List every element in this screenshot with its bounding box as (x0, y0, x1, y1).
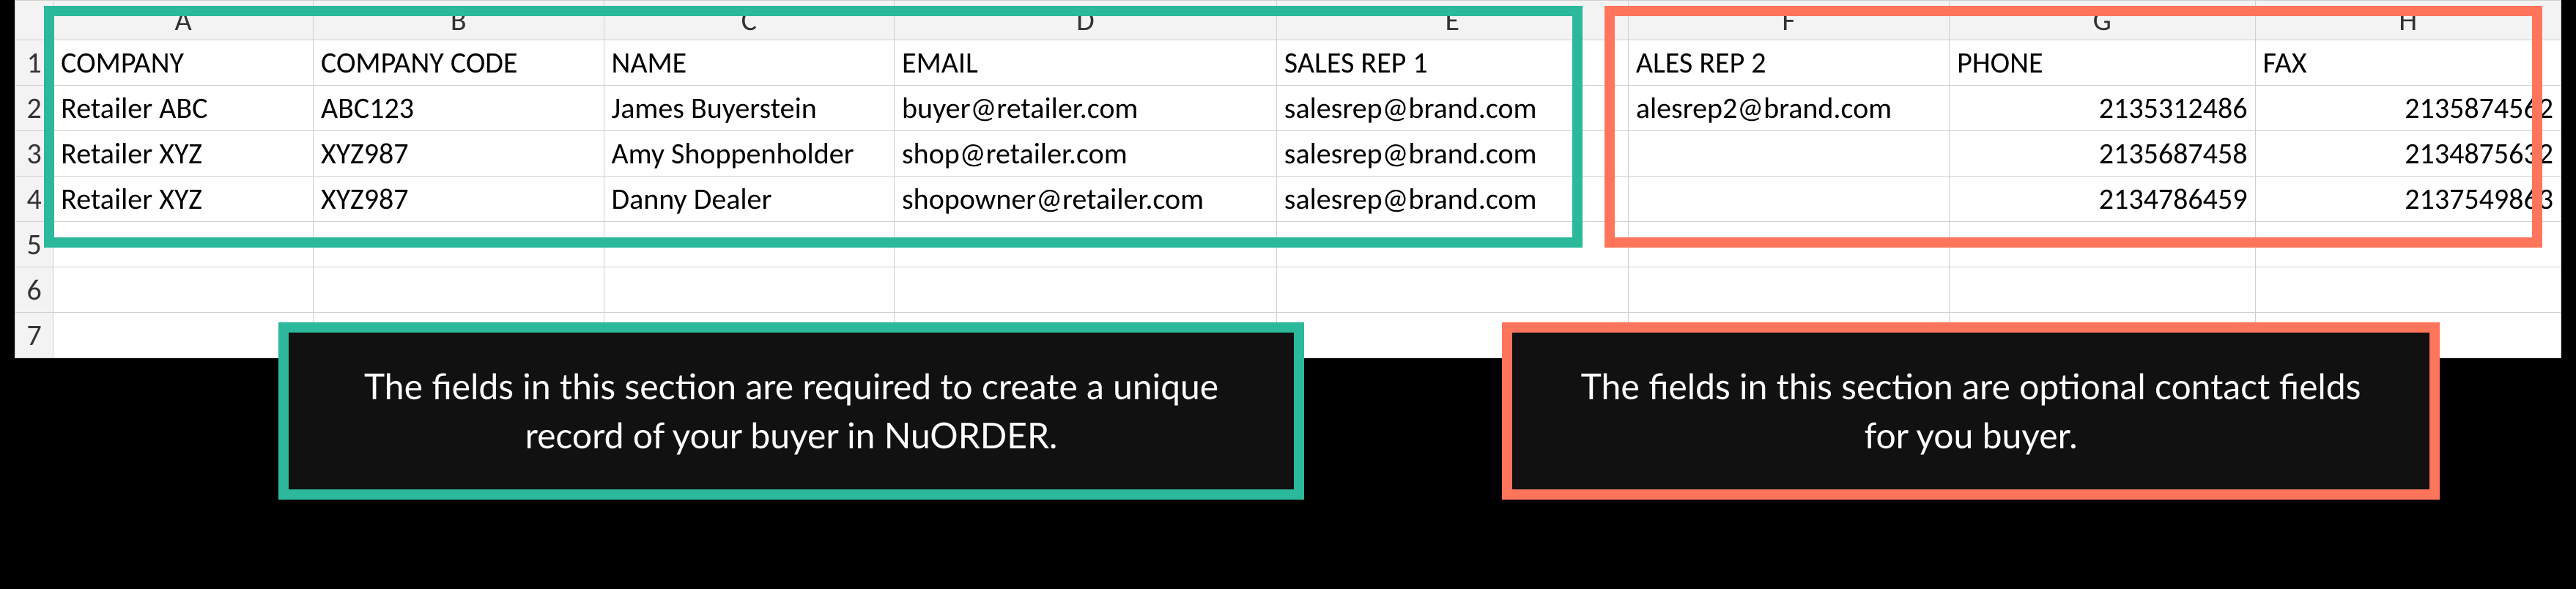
cell[interactable]: Retailer ABC (53, 86, 314, 131)
col-header-D[interactable]: D (895, 1, 1277, 40)
cell[interactable] (895, 222, 1277, 267)
cell[interactable]: shopowner@retailer.com (895, 177, 1277, 222)
col-header-E[interactable]: E (1276, 1, 1628, 40)
cell[interactable] (1628, 222, 1949, 267)
cell[interactable]: salesrep@brand.com (1276, 177, 1628, 222)
cell[interactable]: 2135312486 (1950, 86, 2255, 131)
cell[interactable] (2255, 222, 2561, 267)
col-header-C[interactable]: C (604, 1, 895, 40)
table-row: 6 (15, 267, 2561, 313)
cell[interactable] (1276, 222, 1628, 267)
table-row: 3 Retailer XYZ XYZ987 Amy Shoppenholder … (15, 131, 2561, 177)
callout-text: The fields in this section are required … (364, 366, 1218, 456)
cell[interactable]: NAME (604, 40, 895, 86)
cell[interactable]: alesrep2@brand.com (1628, 86, 1949, 131)
cell[interactable]: ABC123 (313, 86, 604, 131)
table-row: 5 (15, 222, 2561, 267)
col-header-F[interactable]: F (1628, 1, 1949, 40)
cell[interactable] (1628, 131, 1949, 177)
cell[interactable]: EMAIL (895, 40, 1277, 86)
row-header[interactable]: 3 (15, 131, 53, 177)
cell[interactable]: ALES REP 2 (1628, 40, 1949, 86)
col-header-B[interactable]: B (313, 1, 604, 40)
cell[interactable]: shop@retailer.com (895, 131, 1277, 177)
cell[interactable] (53, 313, 314, 358)
cell[interactable] (2255, 267, 2561, 313)
cell[interactable]: PHONE (1950, 40, 2255, 86)
required-fields-callout: The fields in this section are required … (278, 322, 1304, 500)
cell[interactable]: XYZ987 (313, 131, 604, 177)
cell[interactable]: 2135874562 (2255, 86, 2561, 131)
cell[interactable]: James Buyerstein (604, 86, 895, 131)
table-row: 1 COMPANY COMPANY CODE NAME EMAIL SALES … (15, 40, 2561, 86)
cell[interactable] (604, 222, 895, 267)
cell[interactable] (53, 222, 314, 267)
cell[interactable] (1950, 267, 2255, 313)
cell[interactable]: XYZ987 (313, 177, 604, 222)
row-header[interactable]: 4 (15, 177, 53, 222)
cell[interactable]: Danny Dealer (604, 177, 895, 222)
cell[interactable] (1628, 267, 1949, 313)
cell[interactable]: FAX (2255, 40, 2561, 86)
spreadsheet: A B C D E F G H 1 COMPANY COMPANY CODE N… (15, 0, 2561, 358)
cell[interactable] (895, 267, 1277, 313)
cell[interactable] (53, 267, 314, 313)
cell[interactable]: Amy Shoppenholder (604, 131, 895, 177)
cell[interactable]: Retailer XYZ (53, 177, 314, 222)
row-header[interactable]: 1 (15, 40, 53, 86)
col-header-H[interactable]: H (2255, 1, 2561, 40)
cell[interactable]: 2135687458 (1950, 131, 2255, 177)
cell[interactable] (313, 222, 604, 267)
table-row: 2 Retailer ABC ABC123 James Buyerstein b… (15, 86, 2561, 131)
col-header-G[interactable]: G (1950, 1, 2255, 40)
cell[interactable] (313, 267, 604, 313)
cell[interactable]: SALES REP 1 (1276, 40, 1628, 86)
cell[interactable]: salesrep@brand.com (1276, 131, 1628, 177)
table-row: 4 Retailer XYZ XYZ987 Danny Dealer shopo… (15, 177, 2561, 222)
row-header[interactable]: 6 (15, 267, 53, 313)
cell[interactable] (1276, 267, 1628, 313)
cell[interactable]: COMPANY CODE (313, 40, 604, 86)
cell[interactable]: 2137549863 (2255, 177, 2561, 222)
cell[interactable]: 2134786459 (1950, 177, 2255, 222)
cell[interactable] (1628, 177, 1949, 222)
row-header[interactable]: 5 (15, 222, 53, 267)
row-header[interactable]: 7 (15, 313, 53, 358)
cell[interactable]: Retailer XYZ (53, 131, 314, 177)
cell[interactable]: buyer@retailer.com (895, 86, 1277, 131)
sheet-table: A B C D E F G H 1 COMPANY COMPANY CODE N… (15, 0, 2561, 358)
col-header-A[interactable]: A (53, 1, 314, 40)
cell[interactable]: salesrep@brand.com (1276, 86, 1628, 131)
corner-cell[interactable] (15, 1, 53, 40)
optional-fields-callout: The fields in this section are optional … (1502, 322, 2440, 500)
cell[interactable]: COMPANY (53, 40, 314, 86)
row-header[interactable]: 2 (15, 86, 53, 131)
callout-text: The fields in this section are optional … (1581, 366, 2361, 456)
cell[interactable]: 2134875632 (2255, 131, 2561, 177)
cell[interactable] (604, 267, 895, 313)
cell[interactable] (1950, 222, 2255, 267)
